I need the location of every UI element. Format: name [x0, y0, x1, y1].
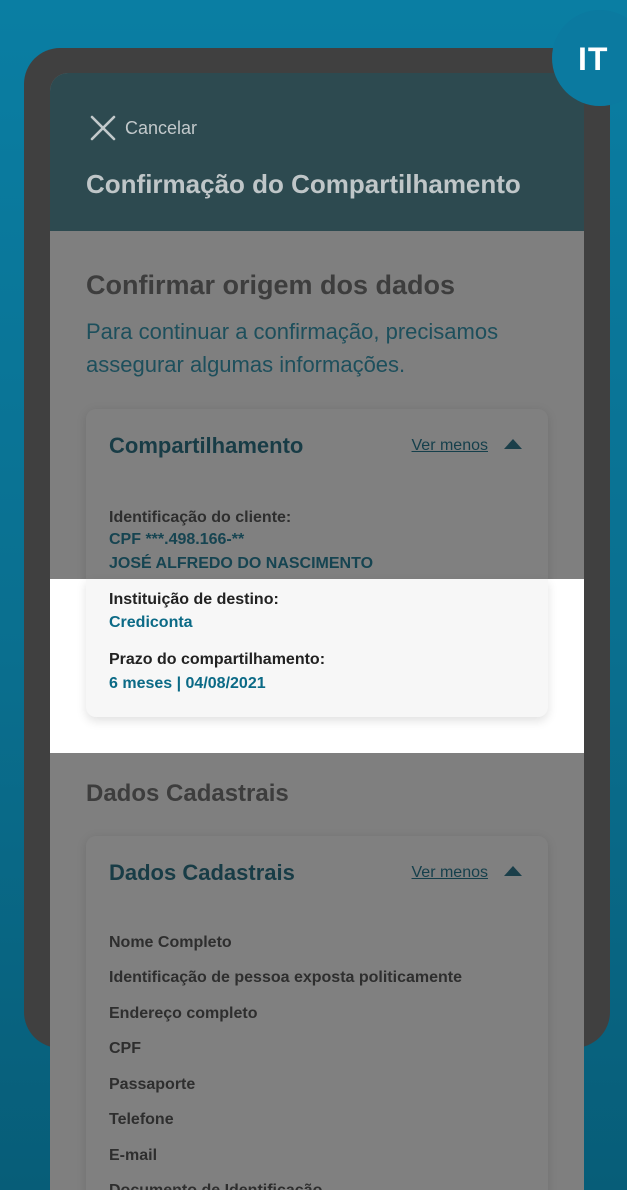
cancel-button[interactable]: Cancelar [88, 113, 197, 143]
page-title: Confirmação do Compartilhamento [86, 169, 521, 199]
badge-label: IT [578, 41, 609, 77]
list-item: Nome Completo [109, 934, 232, 951]
registration-ver-menos-link[interactable]: Ver menos [412, 864, 488, 882]
section-title: Confirmar origem dos dados [86, 270, 456, 300]
list-item: CPF [109, 1040, 141, 1057]
period-label: Prazo do compartilhamento: [109, 651, 326, 668]
chevron-up-icon[interactable] [504, 866, 522, 876]
section-description: Para continuar a confirmação, precisamos… [86, 319, 499, 377]
client-name: JOSÉ ALFREDO DO NASCIMENTO [109, 555, 374, 572]
client-id-label: Identificação do cliente: [109, 509, 292, 526]
list-item: E-mail [109, 1147, 158, 1164]
registration-section-title: Dados Cadastrais [86, 780, 289, 807]
destination-value: Crediconta [109, 614, 193, 631]
list-item: Endereço completo [109, 1005, 258, 1022]
period-value: 6 meses | 04/08/2021 [109, 675, 266, 692]
highlight-area: Instituição de destino: Crediconta Prazo… [50, 579, 584, 753]
list-item: Passaporte [109, 1076, 196, 1093]
chevron-up-icon[interactable] [504, 439, 522, 449]
sharing-card-title: Compartilhamento [109, 433, 304, 458]
header: Cancelar Confirmação do Compartilhamento [50, 73, 584, 231]
list-item: Documento de Identificação [109, 1182, 322, 1190]
list-item: Telefone [109, 1111, 174, 1128]
highlighted-card-section: Instituição de destino: Crediconta Prazo… [86, 579, 548, 717]
cancel-label[interactable]: Cancelar [125, 118, 197, 139]
registration-card-title: Dados Cadastrais [109, 860, 295, 885]
client-cpf: CPF ***.498.166-** [109, 531, 245, 548]
app-screen: Cancelar Confirmação do Compartilhamento… [50, 73, 584, 1190]
list-item: Identificação de pessoa exposta politica… [109, 969, 462, 986]
sharing-ver-menos-link[interactable]: Ver menos [412, 437, 488, 455]
destination-label: Instituição de destino: [109, 591, 279, 608]
close-icon[interactable] [88, 113, 118, 143]
registration-card: Dados Cadastrais Ver menos Nome Completo… [86, 836, 548, 1190]
